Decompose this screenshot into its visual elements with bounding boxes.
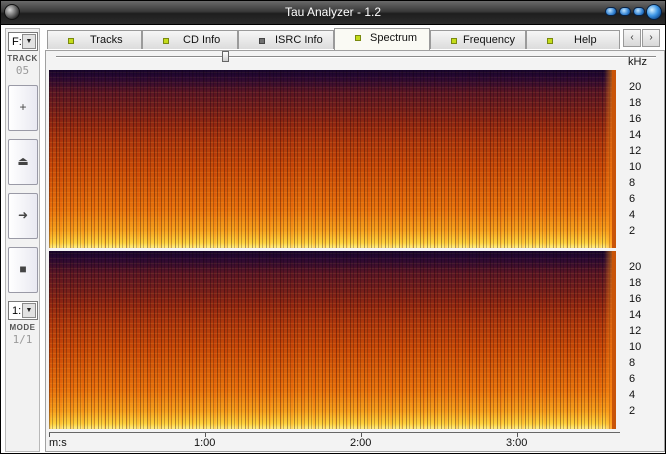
y-tick-label: 2	[629, 225, 636, 237]
left-control-panel: F: ▼ TRACK 05 + ⏏ ➜ ■ 1: ▼ MODE 1/1	[5, 28, 40, 452]
y-tick-label: 14	[629, 309, 642, 321]
add-button[interactable]: +	[8, 85, 38, 131]
y-tick-label: 10	[629, 341, 642, 353]
eject-icon: ⏏	[17, 154, 29, 168]
title-bar[interactable]: Tau Analyzer - 1.2	[1, 1, 665, 25]
y-tick-label: 12	[629, 325, 642, 337]
play-button[interactable]: ➜	[8, 193, 38, 239]
mode-select-value: 1:	[12, 305, 22, 317]
play-icon: ➜	[17, 208, 29, 222]
plus-icon: +	[19, 100, 27, 114]
minimize-button[interactable]	[605, 7, 617, 16]
tab-scroll-left-button[interactable]: ‹	[623, 29, 641, 47]
tab-status-led	[68, 38, 74, 44]
drive-select-value: F:	[12, 36, 22, 48]
y-tick-label: 6	[629, 373, 636, 385]
tab-status-led	[163, 38, 169, 44]
position-slider[interactable]	[56, 51, 656, 62]
restore-button[interactable]	[633, 7, 645, 16]
stop-button[interactable]: ■	[8, 247, 38, 293]
tab-isrc-info[interactable]: ISRC Info	[238, 30, 334, 49]
tab-status-led	[547, 38, 553, 44]
y-tick-label: 18	[629, 97, 642, 109]
tab-frequency[interactable]: Frequency	[430, 30, 526, 49]
tab-status-led	[355, 35, 361, 41]
y-tick-label: 14	[629, 129, 642, 141]
x-tick-label: 1:00	[194, 437, 216, 449]
tab-scroll-right-button[interactable]: ›	[642, 29, 660, 47]
y-tick-label: 20	[629, 81, 642, 93]
tab-help[interactable]: Help	[526, 30, 620, 49]
y-tick-label: 20	[629, 261, 642, 273]
track-number: 05	[15, 64, 30, 77]
window-title: Tau Analyzer - 1.2	[284, 5, 382, 19]
x-tick-label: 2:00	[350, 437, 372, 449]
mode-label: MODE	[9, 323, 36, 332]
y-tick-label: 16	[629, 113, 642, 125]
window-controls	[605, 7, 645, 18]
tab-label: Tracks	[90, 34, 123, 46]
maximize-button[interactable]	[619, 7, 631, 16]
tab-label: CD Info	[183, 34, 221, 46]
x-axis	[49, 432, 620, 433]
x-axis-unit: m:s	[49, 437, 67, 449]
tab-spectrum[interactable]: Spectrum	[334, 28, 430, 50]
chevron-down-icon[interactable]: ▼	[22, 34, 36, 49]
y-tick-label: 12	[629, 145, 642, 157]
x-tick-label: 3:00	[506, 437, 528, 449]
tab-tracks[interactable]: Tracks	[47, 30, 142, 49]
tab-cd-info[interactable]: CD Info	[142, 30, 238, 49]
eject-button[interactable]: ⏏	[8, 139, 38, 185]
app-window: Tau Analyzer - 1.2 F: ▼ TRACK 05 + ⏏ ➜ ■…	[0, 0, 666, 454]
tab-status-led	[451, 38, 457, 44]
spectrogram-right-channel	[49, 251, 616, 429]
tab-label: Frequency	[463, 34, 515, 46]
mode-select[interactable]: 1: ▼	[8, 301, 38, 320]
spectrogram-left-channel	[49, 70, 616, 248]
spectrum-panel: kHz 20 18 16 14 12 10 8 6 4 2 20 18 16 1…	[45, 50, 665, 452]
tab-label: Help	[574, 34, 597, 46]
tab-label: ISRC Info	[275, 34, 323, 46]
chevron-left-icon: ‹	[630, 32, 634, 43]
y-tick-label: 4	[629, 389, 636, 401]
y-axis-unit: kHz	[628, 56, 647, 68]
close-button[interactable]	[646, 4, 662, 20]
y-tick-label: 6	[629, 193, 636, 205]
y-tick-label: 8	[629, 177, 636, 189]
y-tick-label: 10	[629, 161, 642, 173]
y-tick-label: 8	[629, 357, 636, 369]
stop-icon: ■	[19, 262, 27, 276]
drive-select[interactable]: F: ▼	[8, 32, 38, 51]
mode-readout: 1/1	[12, 333, 33, 346]
tab-status-led	[259, 38, 265, 44]
y-tick-label: 4	[629, 209, 636, 221]
tab-label: Spectrum	[370, 32, 418, 44]
chevron-right-icon: ›	[649, 32, 653, 43]
track-label: TRACK	[7, 54, 38, 63]
tab-bar: Tracks CD Info ISRC Info Spectrum Freque…	[45, 28, 665, 50]
y-tick-label: 16	[629, 293, 642, 305]
chevron-down-icon[interactable]: ▼	[22, 303, 36, 318]
y-tick-label: 18	[629, 277, 642, 289]
slider-thumb[interactable]	[222, 51, 229, 62]
y-tick-label: 2	[629, 405, 636, 417]
